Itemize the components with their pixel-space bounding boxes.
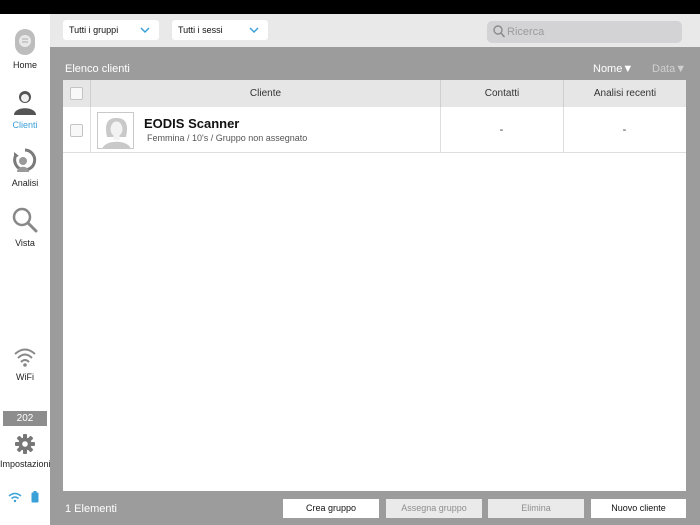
wifi-icon xyxy=(14,348,36,367)
sex-filter-dropdown[interactable]: Tutti i sessi xyxy=(172,20,268,40)
groups-filter-value: Tutti i gruppi xyxy=(69,25,119,35)
filter-bar: Tutti i gruppi Tutti i sessi Ricerca xyxy=(50,14,700,47)
table-row[interactable]: EODIS Scanner Femmina / 10's / Gruppo no… xyxy=(63,107,686,153)
client-list-panel: Cliente Contatti Analisi recenti EODIS S… xyxy=(63,80,686,491)
create-group-button[interactable]: Crea gruppo xyxy=(283,499,379,518)
person-icon xyxy=(14,91,36,115)
main-area: Tutti i gruppi Tutti i sessi Ricerca Ele… xyxy=(50,14,700,525)
new-client-button[interactable]: Nuovo cliente xyxy=(591,499,686,518)
search-icon xyxy=(493,25,505,38)
sort-by-date[interactable]: Data▼ xyxy=(652,63,686,75)
item-count: 1 Elementi xyxy=(65,503,117,515)
gear-icon xyxy=(15,434,35,454)
client-details: Femmina / 10's / Gruppo non assegnato xyxy=(147,133,308,143)
status-bar xyxy=(0,0,700,14)
column-header-recent-analysis[interactable]: Analisi recenti xyxy=(563,80,686,107)
row-checkbox[interactable] xyxy=(70,124,83,137)
sidebar-item-label: Impostazioni xyxy=(0,459,51,469)
search-placeholder: Ricerca xyxy=(507,26,545,38)
sidebar: Home Clienti Analisi Vista WiFi 202 Impo… xyxy=(0,14,51,525)
battery-icon xyxy=(31,491,39,503)
sidebar-item-wifi[interactable]: WiFi xyxy=(0,346,50,382)
sidebar-item-label: Clienti xyxy=(12,120,38,130)
sidebar-item-view[interactable]: Vista xyxy=(0,206,50,248)
home-logo-icon xyxy=(15,29,35,55)
list-title: Elenco clienti xyxy=(65,63,130,75)
search-input[interactable]: Ricerca xyxy=(487,21,682,43)
chevron-down-icon xyxy=(140,27,150,34)
contacts-value: - xyxy=(499,124,504,136)
column-header-contacts[interactable]: Contatti xyxy=(440,80,563,107)
sidebar-item-label: Home xyxy=(12,60,37,70)
serial-number-badge: 202 xyxy=(3,411,47,426)
select-all-checkbox[interactable] xyxy=(70,87,83,100)
sidebar-item-label: Vista xyxy=(15,238,35,248)
sidebar-item-home[interactable]: Home xyxy=(0,28,50,70)
avatar xyxy=(97,112,134,149)
table-header: Cliente Contatti Analisi recenti xyxy=(63,80,686,107)
sidebar-item-settings[interactable]: Impostazioni xyxy=(0,433,51,469)
client-name: EODIS Scanner xyxy=(144,116,240,131)
column-header-client[interactable]: Cliente xyxy=(90,80,440,107)
groups-filter-dropdown[interactable]: Tutti i gruppi xyxy=(63,20,159,40)
chevron-down-icon xyxy=(249,27,259,34)
recent-analysis-value: - xyxy=(622,124,627,136)
sidebar-item-label: Analisi xyxy=(11,178,39,188)
sidebar-item-clients[interactable]: Clienti xyxy=(0,88,50,130)
assign-group-button[interactable]: Assegna gruppo xyxy=(386,499,482,518)
female-avatar-icon xyxy=(102,118,131,148)
sidebar-item-label: WiFi xyxy=(16,372,34,382)
search-icon xyxy=(12,207,38,233)
sort-by-name[interactable]: Nome▼ xyxy=(593,63,633,75)
sidebar-item-analysis[interactable]: Analisi xyxy=(0,146,50,188)
analysis-icon xyxy=(13,148,37,172)
wifi-status-icon xyxy=(8,492,22,503)
delete-button[interactable]: Elimina xyxy=(488,499,584,518)
column-divider xyxy=(90,107,91,153)
sex-filter-value: Tutti i sessi xyxy=(178,25,223,35)
